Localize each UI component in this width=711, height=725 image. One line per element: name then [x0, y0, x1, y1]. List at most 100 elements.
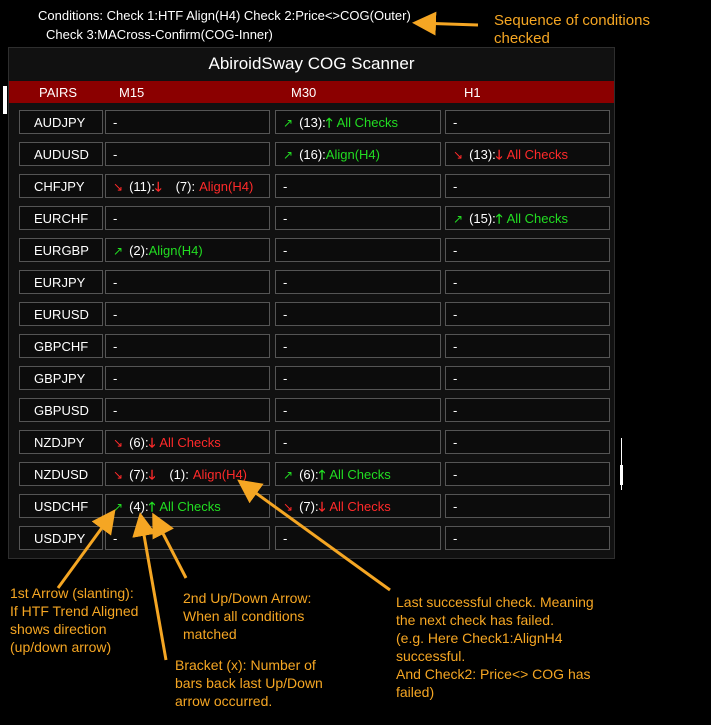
signal-cell-m30[interactable]: - [275, 206, 441, 230]
signal-cell-h1[interactable]: - [445, 398, 610, 422]
signal-cell-m30[interactable]: ↗ (6):🡑 All Checks [275, 462, 441, 486]
check-status-label: All Checks [506, 147, 568, 162]
signal-cell-m30[interactable]: - [275, 238, 441, 262]
pair-cell[interactable]: NZDUSD [19, 462, 103, 486]
check-status-label: Align(H4) [148, 243, 203, 258]
signal-cell-h1[interactable]: - [445, 174, 610, 198]
signal-cell-m15[interactable]: - [105, 302, 270, 326]
pair-cell[interactable]: EURUSD [19, 302, 103, 326]
pair-cell[interactable]: AUDUSD [19, 142, 103, 166]
signal-cell-h1[interactable]: - [445, 270, 610, 294]
empty-value: - [453, 115, 458, 130]
empty-value: - [283, 243, 288, 258]
sequence-note: Sequence of conditions checked [494, 12, 650, 47]
check-status-label: All Checks [329, 499, 391, 514]
signal-cell-h1[interactable]: - [445, 430, 610, 454]
empty-value: - [113, 211, 118, 226]
signal-cell-h1[interactable]: - [445, 334, 610, 358]
signal-cell-m15[interactable]: ↗ (4):🡑 All Checks [105, 494, 270, 518]
chart-marker-right-line [621, 438, 622, 490]
signal-cell-m30[interactable]: - [275, 398, 441, 422]
down-arrow-icon: 🡓 [148, 435, 156, 450]
header-m30: M30 [291, 85, 317, 100]
empty-value: - [453, 371, 458, 386]
signal-cell-h1[interactable]: - [445, 238, 610, 262]
signal-cell-m15[interactable]: ↘ (6):🡓 All Checks [105, 430, 270, 454]
signal-cell-m30[interactable]: ↗ (13):🡑 All Checks [275, 110, 441, 134]
bars-back-count: (13): [299, 115, 326, 130]
bars-back-count: (11): [129, 179, 155, 194]
signal-cell-m30[interactable]: - [275, 270, 441, 294]
pair-cell[interactable]: AUDJPY [19, 110, 103, 134]
signal-cell-h1[interactable]: - [445, 302, 610, 326]
signal-cell-m15[interactable]: ↘ (7):🡓 (1): Align(H4) [105, 462, 270, 486]
empty-value: - [453, 275, 458, 290]
pair-cell[interactable]: USDCHF [19, 494, 103, 518]
table-row: NZDUSD ↘ (7):🡓 (1): Align(H4) ↗ (6):🡑 All Check… [19, 462, 610, 488]
signal-cell-h1[interactable]: - [445, 494, 610, 518]
signal-cell-m30[interactable]: - [275, 526, 441, 550]
empty-value: - [283, 403, 288, 418]
pair-cell[interactable]: CHFJPY [19, 174, 103, 198]
trend-direction-icon: ↘ [113, 180, 124, 194]
signal-cell-m30[interactable]: - [275, 366, 441, 390]
signal-cell-h1[interactable]: - [445, 526, 610, 550]
signal-cell-m30[interactable]: - [275, 174, 441, 198]
signal-cell-m15[interactable]: - [105, 206, 270, 230]
pair-cell[interactable]: USDJPY [19, 526, 103, 550]
pair-cell[interactable]: GBPUSD [19, 398, 103, 422]
bars-back-count: (7): [129, 467, 149, 482]
pair-cell[interactable]: GBPJPY [19, 366, 103, 390]
up-arrow-icon: 🡑 [148, 499, 156, 514]
signal-cell-m15[interactable]: - [105, 110, 270, 134]
signal-cell-h1[interactable]: - [445, 110, 610, 134]
check-status-label: All Checks [329, 467, 391, 482]
header-m15: M15 [119, 85, 145, 100]
signal-cell-m15[interactable]: - [105, 366, 270, 390]
signal-cell-m30[interactable]: ↗ (16):Align(H4) [275, 142, 441, 166]
trend-direction-icon: ↘ [113, 468, 124, 482]
pair-cell[interactable]: EURCHF [19, 206, 103, 230]
trend-direction-icon: ↘ [113, 436, 124, 450]
empty-value: - [283, 339, 288, 354]
signal-cell-m15[interactable]: ↘ (11):🡓 (7): Align(H4) [105, 174, 270, 198]
check-status-label: Align(H4) [325, 147, 380, 162]
signal-cell-m15[interactable]: ↗ (2):Align(H4) [105, 238, 270, 262]
empty-value: - [113, 147, 118, 162]
signal-cell-m15[interactable]: - [105, 526, 270, 550]
empty-value: - [113, 115, 118, 130]
signal-cell-h1[interactable]: ↘ (13):🡓 All Checks [445, 142, 610, 166]
empty-value: - [453, 499, 458, 514]
signal-cell-h1[interactable]: ↗ (15):🡑 All Checks [445, 206, 610, 230]
bars-back-count-2: (1): [169, 467, 189, 482]
table-row: USDCHF ↗ (4):🡑 All Checks ↘ (7):🡓 All Checks - [19, 494, 610, 520]
pair-cell[interactable]: EURGBP [19, 238, 103, 262]
header-h1: H1 [464, 85, 481, 100]
empty-value: - [283, 211, 288, 226]
pair-cell[interactable]: EURJPY [19, 270, 103, 294]
empty-value: - [453, 531, 458, 546]
bars-back-count: (2): [129, 243, 149, 258]
trend-direction-icon: ↗ [283, 148, 294, 162]
empty-value: - [113, 275, 118, 290]
table-row: AUDUSD - ↗ (16):Align(H4) ↘ (13):🡓 All Checks [19, 142, 610, 168]
signal-cell-m15[interactable]: - [105, 270, 270, 294]
trend-direction-icon: ↗ [453, 212, 464, 226]
signal-cell-m15[interactable]: - [105, 334, 270, 358]
signal-cell-m15[interactable]: - [105, 142, 270, 166]
signal-cell-m30[interactable]: - [275, 302, 441, 326]
pair-cell[interactable]: NZDJPY [19, 430, 103, 454]
signal-cell-h1[interactable]: - [445, 462, 610, 486]
pair-cell[interactable]: GBPCHF [19, 334, 103, 358]
empty-value: - [113, 339, 118, 354]
scanner-title: AbiroidSway COG Scanner [208, 54, 415, 73]
note-second-arrow: 2nd Up/Down Arrow: When all conditions m… [183, 590, 312, 642]
conditions-line-1: Conditions: Check 1:HTF Align(H4) Check … [38, 8, 411, 23]
table-row: GBPCHF - - - [19, 334, 610, 360]
signal-cell-h1[interactable]: - [445, 366, 610, 390]
signal-cell-m30[interactable]: - [275, 334, 441, 358]
signal-cell-m15[interactable]: - [105, 398, 270, 422]
signal-cell-m30[interactable]: ↘ (7):🡓 All Checks [275, 494, 441, 518]
empty-value: - [453, 467, 458, 482]
signal-cell-m30[interactable]: - [275, 430, 441, 454]
